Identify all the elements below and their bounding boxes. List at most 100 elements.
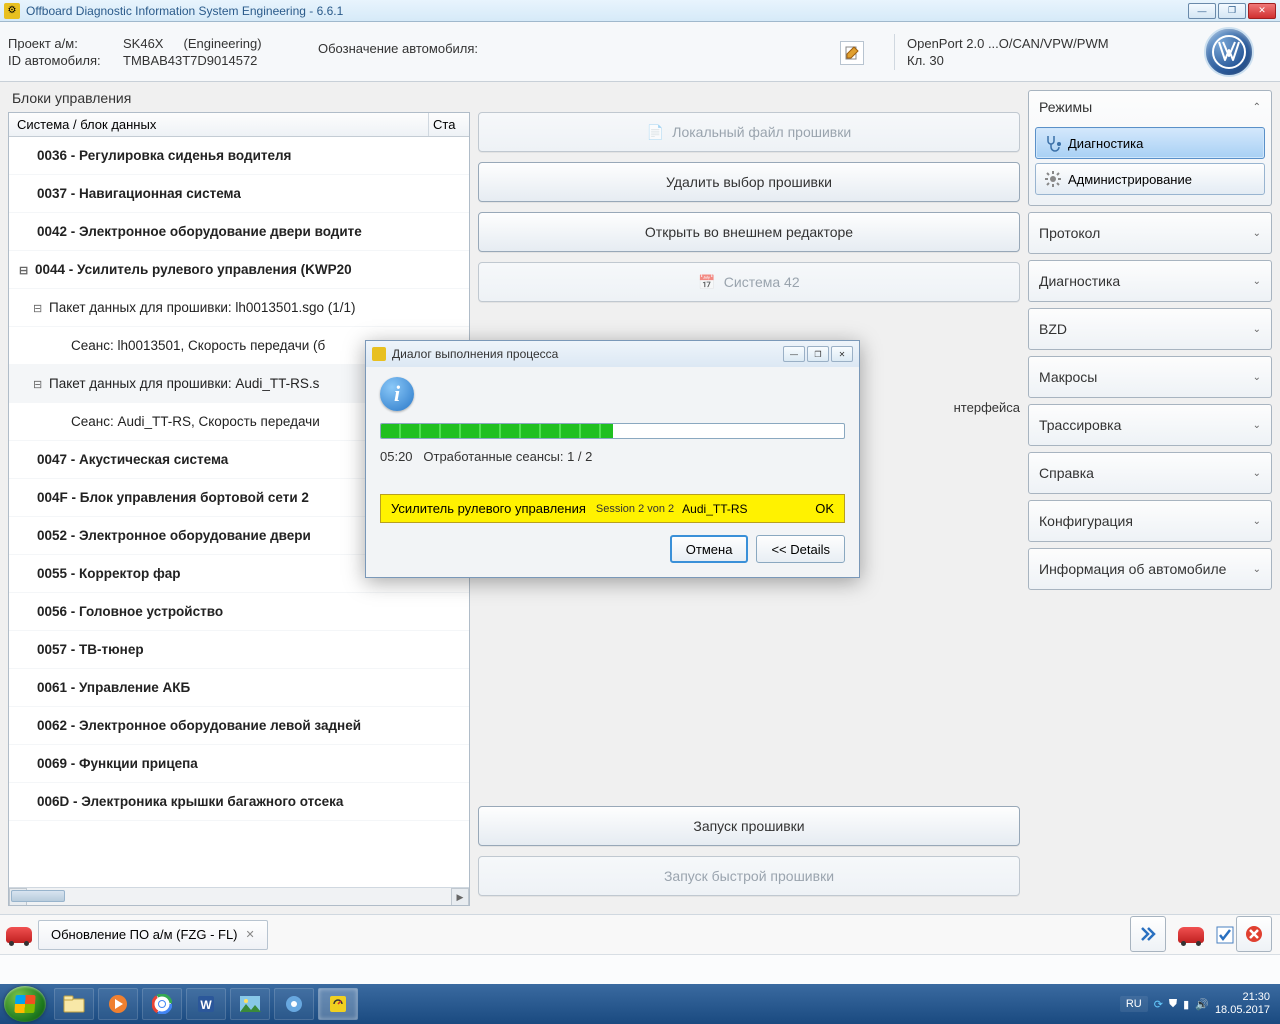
tree-row-label: 0042 - Электронное оборудование двери во…: [37, 224, 362, 239]
tab-close-icon[interactable]: ✕: [246, 928, 255, 941]
accordion-header[interactable]: Информация об автомобиле⌄: [1029, 549, 1271, 589]
taskbar-photo-icon[interactable]: [230, 988, 270, 1020]
expand-icon[interactable]: ⊟: [19, 252, 31, 289]
tree-row[interactable]: 006D - Электроника крышки багажного отсе…: [9, 783, 469, 821]
tree-hscrollbar[interactable]: ◀ ▶: [9, 887, 469, 905]
dialog-cancel-button[interactable]: Отмена: [670, 535, 749, 563]
dialog-close-button[interactable]: ✕: [831, 346, 853, 362]
scroll-right-icon[interactable]: ▶: [451, 888, 469, 906]
open-external-editor-button[interactable]: Открыть во внешнем редакторе: [478, 212, 1020, 252]
dialog-message: Усилитель рулевого управления Session 2 …: [380, 494, 845, 523]
file-icon: 📄: [647, 124, 664, 141]
tree-row-label: 0037 - Навигационная система: [37, 186, 241, 201]
tray-battery-icon[interactable]: ▮: [1183, 998, 1189, 1011]
info-icon: i: [380, 377, 414, 411]
tree-row[interactable]: 0061 - Управление АКБ: [9, 669, 469, 707]
chevron-down-icon: ⌄: [1253, 324, 1261, 335]
start-quick-flash-button: Запуск быстрой прошивки: [478, 856, 1020, 896]
tab-firmware-update[interactable]: Обновление ПО а/м (FZG - FL) ✕: [38, 920, 268, 950]
accordion-label: Информация об автомобиле: [1039, 561, 1226, 577]
vw-logo-icon: [1204, 27, 1254, 77]
progress-bar: [380, 423, 845, 439]
accordion-header[interactable]: Макросы⌄: [1029, 357, 1271, 397]
dialog-details-button[interactable]: << Details: [756, 535, 845, 563]
maximize-button[interactable]: ❐: [1218, 3, 1246, 19]
mode-administration-button[interactable]: Администрирование: [1035, 163, 1265, 195]
tree-row-label: 0069 - Функции прицепа: [37, 756, 198, 771]
taskbar-media-icon[interactable]: [98, 988, 138, 1020]
tree-row[interactable]: 0036 - Регулировка сиденья водителя: [9, 137, 469, 175]
accordion-header[interactable]: Протокол⌄: [1029, 213, 1271, 253]
tree-row[interactable]: 0042 - Электронное оборудование двери во…: [9, 213, 469, 251]
taskbar-odis-icon[interactable]: [318, 988, 358, 1020]
chevron-down-icon: ⌄: [1253, 276, 1261, 287]
accordion-item: Протокол⌄: [1028, 212, 1272, 254]
tree-row-label: 0036 - Регулировка сиденья водителя: [37, 148, 291, 163]
tree-row-label: 0044 - Усилитель рулевого управления (KW…: [35, 262, 352, 277]
accordion-header[interactable]: Справка⌄: [1029, 453, 1271, 493]
tree-row-label: 006D - Электроника крышки багажного отсе…: [37, 794, 343, 809]
mode-diagnostics-button[interactable]: Диагностика: [1035, 127, 1265, 159]
accordion-label: Диагностика: [1039, 273, 1120, 289]
dialog-msg-ok: OK: [815, 501, 834, 516]
edit-vehicle-icon[interactable]: [840, 41, 864, 65]
delete-firmware-selection-button[interactable]: Удалить выбор прошивки: [478, 162, 1020, 202]
close-button[interactable]: ✕: [1248, 3, 1276, 19]
accordion-header[interactable]: Трассировка⌄: [1029, 405, 1271, 445]
project-value: SK46X: [123, 36, 163, 51]
info-panel: Проект а/м: SK46X (Engineering) ID автом…: [0, 22, 1280, 82]
stethoscope-icon: [1044, 134, 1062, 152]
accordion-item: Диагностика ⌄: [1028, 260, 1272, 302]
minimize-button[interactable]: —: [1188, 3, 1216, 19]
windows-logo-icon: [14, 995, 35, 1013]
scroll-thumb[interactable]: [11, 890, 65, 902]
start-button[interactable]: [4, 986, 46, 1022]
tree-row[interactable]: ⊟Пакет данных для прошивки: lh0013501.sg…: [9, 289, 469, 327]
chevron-down-icon: ⌄: [1253, 516, 1261, 527]
dialog-minimize-button[interactable]: —: [783, 346, 805, 362]
tray-shield-icon[interactable]: ⛊: [1169, 998, 1177, 1011]
calendar-icon: 📅: [698, 274, 715, 291]
tree-row[interactable]: 0062 - Электронное оборудование левой за…: [9, 707, 469, 745]
modes-header[interactable]: Режимы ⌃: [1029, 91, 1271, 123]
accordion-item: Макросы⌄: [1028, 356, 1272, 398]
dialog-maximize-button[interactable]: ❐: [807, 346, 829, 362]
dialog-msg-session: Session 2 von 2: [596, 503, 674, 515]
taskbar-explorer-icon[interactable]: [54, 988, 94, 1020]
app-icon: ⚙: [4, 3, 20, 19]
tray-language[interactable]: RU: [1120, 996, 1148, 1012]
stop-button[interactable]: [1236, 916, 1272, 952]
forward-button[interactable]: [1130, 916, 1166, 952]
svg-text:W: W: [200, 998, 212, 1012]
taskbar-word-icon[interactable]: W: [186, 988, 226, 1020]
tree-row[interactable]: ⊟ 0044 - Усилитель рулевого управления (K…: [9, 251, 469, 289]
accordion-item: Трассировка⌄: [1028, 404, 1272, 446]
tree-row[interactable]: 0037 - Навигационная система: [9, 175, 469, 213]
dialog-titlebar[interactable]: Диалог выполнения процесса — ❐ ✕: [366, 341, 859, 367]
dialog-app-icon: [372, 347, 386, 361]
tray-sync-icon[interactable]: ⟳: [1154, 998, 1163, 1011]
col-system[interactable]: Система / блок данных: [9, 113, 429, 136]
col-status[interactable]: Ста: [429, 113, 469, 136]
accordion-header[interactable]: Диагностика ⌄: [1029, 261, 1271, 301]
tray-clock[interactable]: 21:30 18.05.2017: [1215, 991, 1270, 1017]
tree-row-label: 0057 - ТВ-тюнер: [37, 642, 144, 657]
tree-row[interactable]: 0056 - Головное устройство: [9, 593, 469, 631]
taskbar: W RU ⟳ ⛊ ▮ 🔊 21:30 18.05.2017: [0, 984, 1280, 1024]
accordion-header[interactable]: Конфигурация⌄: [1029, 501, 1271, 541]
taskbar-settings-icon[interactable]: [274, 988, 314, 1020]
taskbar-chrome-icon[interactable]: [142, 988, 182, 1020]
accordion-header[interactable]: BZD⌄: [1029, 309, 1271, 349]
car-icon[interactable]: [6, 927, 32, 943]
tree-row[interactable]: 0057 - ТВ-тюнер: [9, 631, 469, 669]
kl-value: Кл. 30: [907, 53, 1194, 68]
expand-icon[interactable]: ⊟: [33, 366, 45, 403]
tree-row-label: Сеанс: Audi_TT-RS, Скорость передачи: [71, 414, 320, 429]
tree-row-label: 004F - Блок управления бортовой сети 2: [37, 490, 309, 505]
tray-volume-icon[interactable]: 🔊: [1195, 998, 1209, 1011]
status-bar: [0, 954, 1280, 984]
start-flash-button[interactable]: Запуск прошивки: [478, 806, 1020, 846]
tree-row[interactable]: 0069 - Функции прицепа: [9, 745, 469, 783]
expand-icon[interactable]: ⊟: [33, 290, 45, 327]
window-title: Offboard Diagnostic Information System E…: [26, 4, 1188, 18]
